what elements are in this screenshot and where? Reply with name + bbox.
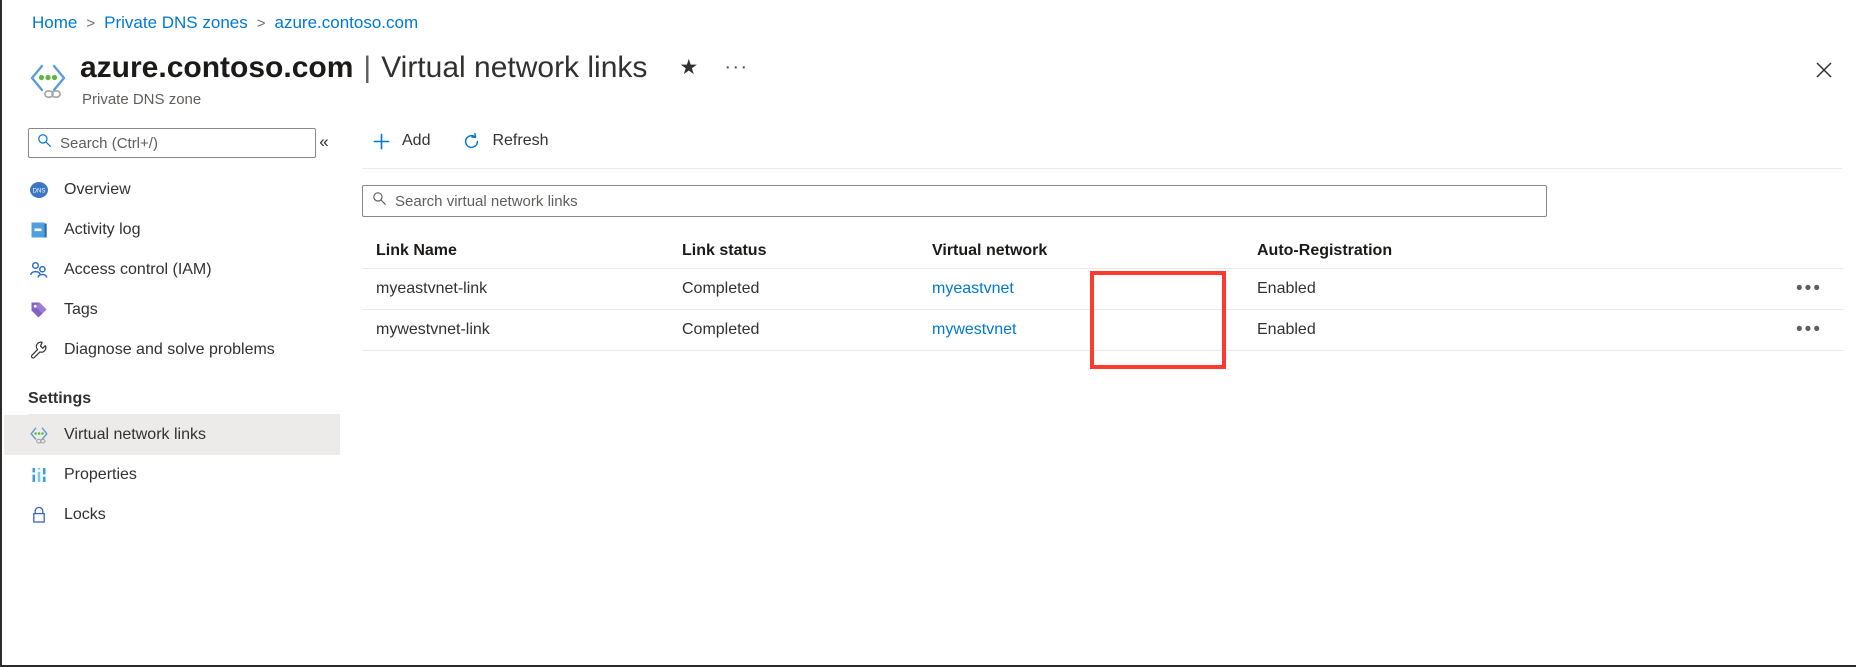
sidebar-item-label: Locks [64,506,106,524]
breadcrumb-item-private-dns-zones[interactable]: Private DNS zones [104,13,248,33]
refresh-button-label: Refresh [492,132,548,150]
command-bar: Add Refresh [362,118,1842,164]
sidebar-item-label: Diagnose and solve problems [64,341,275,359]
cell-auto-registration: Enabled [1257,280,1677,298]
refresh-icon [458,128,484,154]
favorite-star-icon[interactable]: ★ [679,57,698,78]
title-separator: | [363,52,371,84]
properties-icon [28,464,50,486]
table-header-row: Link Name Link status Virtual network Au… [362,233,1844,269]
search-icon [37,133,52,153]
virtual-network-link[interactable]: mywestvnet [932,321,1016,338]
breadcrumb-item-home[interactable]: Home [32,13,77,33]
cell-link-status: Completed [682,280,932,298]
search-input[interactable]: Search virtual network links [362,185,1547,217]
breadcrumb-separator-icon: > [257,15,266,32]
command-bar-divider [362,168,1842,169]
table-row[interactable]: mywestvnet-link Completed mywestvnet Ena… [362,310,1844,351]
column-header-auto-registration[interactable]: Auto-Registration [1257,242,1677,260]
breadcrumb-separator-icon: > [86,15,95,32]
plus-icon [368,128,394,154]
sidebar-item-properties[interactable]: Properties [4,455,340,495]
svg-text:DNS: DNS [33,189,46,195]
breadcrumb: Home > Private DNS zones > azure.contoso… [32,13,418,33]
sidebar-nav-list: DNS Overview Activity log [4,170,340,535]
column-header-link-status[interactable]: Link status [682,242,932,260]
virtual-network-link[interactable]: myeastvnet [932,280,1014,297]
breadcrumb-item-zone[interactable]: azure.contoso.com [275,13,419,33]
sidebar-item-locks[interactable]: Locks [4,495,340,535]
sidebar-item-virtual-network-links[interactable]: Virtual network links [4,415,340,455]
wrench-icon [28,339,50,361]
sidebar-item-label: Overview [64,181,131,199]
sidebar-search-input[interactable]: Search (Ctrl+/) [28,128,316,158]
virtual-network-links-table: Link Name Link status Virtual network Au… [362,233,1844,351]
add-button-label: Add [402,132,430,150]
sidebar-item-overview[interactable]: DNS Overview [4,170,340,210]
collapse-sidebar-icon[interactable]: « [310,128,338,156]
cell-auto-registration: Enabled [1257,321,1677,339]
table-row[interactable]: myeastvnet-link Completed myeastvnet Ena… [362,269,1844,310]
blade-title-bar: azure.contoso.com | Virtual network link… [26,52,1726,108]
virtual-network-links-icon [28,424,50,446]
sidebar-item-tags[interactable]: Tags [4,290,340,330]
sidebar-search-placeholder: Search (Ctrl+/) [60,135,158,152]
access-control-icon [28,259,50,281]
refresh-button[interactable]: Refresh [452,125,562,157]
search-icon [372,191,387,211]
row-context-menu-icon[interactable]: ••• [1796,284,1822,294]
sidebar-item-diagnose[interactable]: Diagnose and solve problems [4,330,340,370]
sidebar-item-label: Tags [64,301,98,319]
sidebar-item-label: Virtual network links [64,426,206,444]
filter-row: Search virtual network links [362,185,1842,217]
close-icon[interactable] [1808,54,1840,86]
row-context-menu-icon[interactable]: ••• [1796,325,1822,335]
column-header-virtual-network[interactable]: Virtual network [932,242,1257,260]
sidebar-item-activity-log[interactable]: Activity log [4,210,340,250]
activity-log-icon [28,219,50,241]
column-header-link-name[interactable]: Link Name [362,242,682,260]
sidebar-group-settings: Settings [4,390,340,408]
page-subtitle-section: Virtual network links [381,52,647,84]
sidebar-item-access-control[interactable]: Access control (IAM) [4,250,340,290]
sidebar-item-label: Access control (IAM) [64,261,212,279]
blade-sidebar: Search (Ctrl+/) DNS Overview [4,120,340,665]
add-button[interactable]: Add [362,125,444,157]
tags-icon [28,299,50,321]
cell-link-status: Completed [682,321,932,339]
resource-type-label: Private DNS zone [82,91,748,108]
sidebar-item-label: Activity log [64,221,140,239]
search-placeholder: Search virtual network links [395,193,578,210]
sidebar-item-label: Properties [64,466,137,484]
private-dns-zone-icon [26,58,70,102]
page-title: azure.contoso.com [80,52,353,84]
more-options-icon[interactable]: ··· [724,61,748,74]
cell-link-name: mywestvnet-link [362,321,682,339]
dns-zone-icon: DNS [28,179,50,201]
cell-link-name: myeastvnet-link [362,280,682,298]
blade-content: « Add Refresh [362,118,1842,661]
azure-portal-blade: Home > Private DNS zones > azure.contoso… [0,0,1856,667]
lock-icon [28,504,50,526]
